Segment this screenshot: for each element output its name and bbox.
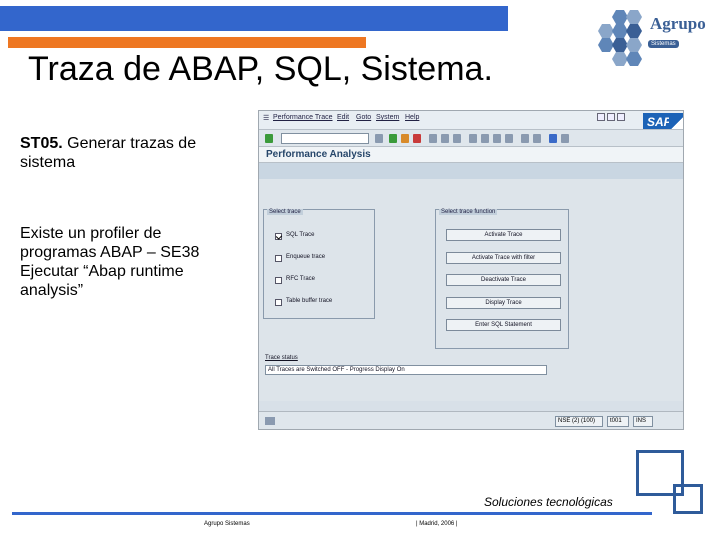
- command-field[interactable]: [281, 133, 369, 144]
- find-icon[interactable]: [441, 134, 449, 143]
- print-icon[interactable]: [429, 134, 437, 143]
- layout-menu-icon[interactable]: [561, 134, 569, 143]
- sap-window: ☰ Performance Trace Edit Goto System Hel…: [258, 110, 684, 430]
- footer-company: Agrupo Sistemas: [204, 521, 250, 527]
- trace-function-group: Select trace function Activate Trace Act…: [435, 209, 569, 349]
- trace-status-field: All Traces are Switched OFF - Progress D…: [265, 365, 547, 375]
- menu-goto[interactable]: Goto: [356, 114, 371, 121]
- sap-menubar: ☰ Performance Trace Edit Goto System Hel…: [259, 111, 683, 135]
- status-mode: INS: [633, 416, 653, 427]
- deactivate-trace-button[interactable]: Deactivate Trace: [446, 274, 561, 286]
- enqueue-trace-checkbox[interactable]: [275, 255, 282, 262]
- first-page-icon[interactable]: [469, 134, 477, 143]
- cancel-icon[interactable]: [413, 134, 421, 143]
- sap-content-area: Select trace SQL Trace Enqueue trace RFC…: [259, 179, 683, 401]
- header-blue-bar: [0, 6, 508, 31]
- find-next-icon[interactable]: [453, 134, 461, 143]
- footer-line: [12, 512, 652, 515]
- help-icon[interactable]: [549, 134, 557, 143]
- menu-performance-trace[interactable]: Performance Trace: [273, 114, 333, 121]
- sql-trace-checkbox[interactable]: [275, 233, 282, 240]
- maximize-icon[interactable]: [607, 113, 615, 121]
- save-icon[interactable]: [375, 134, 383, 143]
- select-trace-group: Select trace SQL Trace Enqueue trace RFC…: [263, 209, 375, 319]
- menu-help[interactable]: Help: [405, 114, 419, 121]
- decorative-square-small: [673, 484, 703, 514]
- new-session-icon[interactable]: [521, 134, 529, 143]
- menu-icon[interactable]: ☰: [263, 114, 269, 122]
- table-buffer-trace-label: Table buffer trace: [286, 298, 333, 304]
- enqueue-trace-label: Enqueue trace: [286, 254, 326, 260]
- slide-title: Traza de ABAP, SQL, Sistema.: [28, 50, 493, 88]
- activate-trace-filter-button[interactable]: Activate Trace with filter: [446, 252, 561, 264]
- status-server: t001: [607, 416, 629, 427]
- sql-trace-label: SQL Trace: [286, 232, 315, 238]
- logo-name: Agrupo: [650, 14, 706, 33]
- back-icon[interactable]: [389, 134, 397, 143]
- display-trace-button[interactable]: Display Trace: [446, 297, 561, 309]
- next-page-icon[interactable]: [493, 134, 501, 143]
- enter-icon[interactable]: [265, 134, 273, 143]
- st05-code: ST05.: [20, 135, 63, 152]
- status-icon: [265, 417, 275, 425]
- rfc-trace-checkbox[interactable]: [275, 277, 282, 284]
- trace-function-label: Select trace function: [439, 209, 498, 215]
- rfc-trace-label: RFC Trace: [286, 276, 316, 282]
- close-icon[interactable]: [617, 113, 625, 121]
- minimize-icon[interactable]: [597, 113, 605, 121]
- select-trace-label: Select trace: [267, 209, 303, 215]
- screen-title: Performance Analysis: [266, 149, 371, 160]
- shortcut-icon[interactable]: [533, 134, 541, 143]
- footer-place-date: | Madrid, 2006 |: [416, 521, 458, 527]
- exit-icon[interactable]: [401, 134, 409, 143]
- menu-edit[interactable]: Edit: [337, 114, 349, 121]
- sap-title-bar: Performance Analysis: [259, 147, 683, 163]
- sap-standard-toolbar: [259, 129, 683, 147]
- sap-status-bar: NSE (2) (100) t001 INS: [259, 411, 683, 429]
- enter-sql-statement-button[interactable]: Enter SQL Statement: [446, 319, 561, 331]
- tagline: Soluciones tecnológicas: [484, 495, 613, 509]
- logo-subtitle: Sistemas: [648, 40, 679, 48]
- status-system: NSE (2) (100): [555, 416, 603, 427]
- application-toolbar: [259, 163, 683, 179]
- table-buffer-trace-checkbox[interactable]: [275, 299, 282, 306]
- st05-paragraph: ST05. Generar trazas de sistema: [20, 134, 235, 172]
- activate-trace-button[interactable]: Activate Trace: [446, 229, 561, 241]
- previous-page-icon[interactable]: [481, 134, 489, 143]
- profiler-paragraph: Existe un profiler de programas ABAP – S…: [20, 225, 200, 299]
- trace-status-label: Trace status: [265, 355, 298, 361]
- last-page-icon[interactable]: [505, 134, 513, 143]
- header-orange-bar: [8, 37, 366, 48]
- menu-system[interactable]: System: [376, 114, 399, 121]
